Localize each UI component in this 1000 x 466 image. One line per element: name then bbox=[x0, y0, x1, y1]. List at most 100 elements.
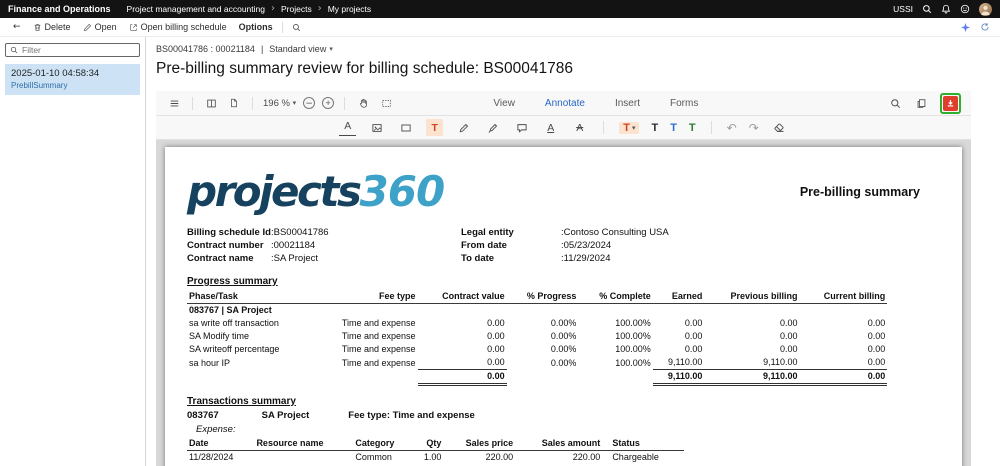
group-row: 083767 | SA Project bbox=[189, 305, 272, 316]
record-header-line: BS00041786 : 00021184 | Standard view ▾ bbox=[156, 44, 1000, 54]
zoom-out-button[interactable]: − bbox=[303, 97, 316, 109]
report-title: Pre-billing summary bbox=[799, 184, 920, 199]
group-name: SA Project bbox=[261, 409, 310, 421]
filter-input[interactable] bbox=[22, 45, 135, 55]
progress-summary-table: Phase/Task Fee type Contract value % Pro… bbox=[187, 289, 888, 386]
tab-view[interactable]: View bbox=[491, 96, 517, 111]
pan-hand-icon[interactable] bbox=[355, 94, 371, 112]
text-color-blue-swatch[interactable]: T bbox=[670, 122, 677, 134]
group-id: 083767 bbox=[187, 409, 219, 421]
chevron-down-icon: ▾ bbox=[631, 123, 636, 132]
open-billing-schedule-button[interactable]: Open billing schedule bbox=[123, 18, 233, 36]
transactions-table: Date Resource name Category Qty Sales pr… bbox=[187, 436, 684, 466]
page-layout-icon[interactable] bbox=[203, 94, 219, 112]
tab-forms[interactable]: Forms bbox=[668, 96, 700, 111]
back-button[interactable]: ← bbox=[7, 18, 27, 36]
list-item[interactable]: 2025-01-10 04:58:34 PrebillSummary bbox=[5, 64, 140, 95]
underline-text-tool-icon[interactable]: A bbox=[339, 119, 357, 136]
divider bbox=[710, 121, 712, 134]
strikeout-tool-icon[interactable]: A bbox=[571, 119, 588, 136]
divider bbox=[603, 121, 605, 134]
breadcrumb: Project management and accounting › Proj… bbox=[127, 3, 372, 15]
copilot-sparkle-icon[interactable] bbox=[960, 22, 971, 33]
tab-insert[interactable]: Insert bbox=[613, 96, 642, 111]
field-value: :00021184 bbox=[271, 239, 316, 251]
trash-icon bbox=[33, 23, 42, 32]
breadcrumb-chevron-icon: › bbox=[317, 3, 322, 14]
highlight-target-box bbox=[939, 92, 961, 114]
field-value: :BS00041786 bbox=[271, 226, 329, 238]
divider bbox=[344, 96, 346, 110]
report-info-fields: Billing schedule Id :BS00041786 Legal en… bbox=[187, 227, 940, 264]
filter-box[interactable] bbox=[5, 43, 140, 57]
menu-hamburger-icon[interactable] bbox=[166, 94, 182, 112]
rectangle-tool-icon[interactable] bbox=[397, 119, 414, 136]
page-thumbnail-icon[interactable] bbox=[226, 94, 242, 112]
table-row: 11/28/2024 Common 1.00 220.00 220.00 Cha… bbox=[189, 452, 659, 463]
viewer-toolbar-right bbox=[888, 92, 961, 114]
field-value: :Contoso Consulting USA bbox=[561, 226, 669, 238]
projects360-logo: projects360 bbox=[187, 167, 445, 216]
annotate-toolbar: A T A A T ▾ T T T ↶ ↷ bbox=[156, 116, 971, 140]
environment-label: USSI bbox=[893, 4, 913, 14]
eraser-tool-icon[interactable] bbox=[771, 119, 788, 136]
view-label: Standard view bbox=[269, 44, 327, 54]
page-compare-icon[interactable] bbox=[914, 94, 930, 112]
subgroup-label: Expense: bbox=[196, 423, 236, 435]
refresh-icon[interactable] bbox=[980, 22, 990, 32]
viewer-search-icon[interactable] bbox=[888, 94, 904, 112]
progress-summary-heading: Progress summary bbox=[187, 275, 278, 287]
breadcrumb-page[interactable]: My projects bbox=[328, 4, 371, 14]
breadcrumb-chevron-icon: › bbox=[270, 3, 275, 14]
save-download-button[interactable] bbox=[942, 95, 958, 111]
chevron-down-icon: ▾ bbox=[329, 45, 333, 53]
breadcrumb-module[interactable]: Project management and accounting bbox=[127, 4, 265, 14]
zoom-in-button[interactable]: + bbox=[322, 97, 335, 109]
field-label: From date bbox=[461, 239, 507, 251]
options-menu[interactable]: Options bbox=[233, 18, 279, 36]
open-billing-schedule-label: Open billing schedule bbox=[140, 22, 227, 32]
main-content: BS00041786 : 00021184 | Standard view ▾ … bbox=[146, 37, 1000, 466]
freetext-tool-icon[interactable]: T bbox=[426, 119, 444, 136]
redo-icon[interactable]: ↷ bbox=[749, 121, 759, 135]
marquee-zoom-icon[interactable] bbox=[378, 94, 394, 112]
filter-search-icon bbox=[10, 46, 18, 54]
squiggly-underline-tool-icon[interactable]: A bbox=[542, 119, 559, 136]
breadcrumb-area[interactable]: Projects bbox=[281, 4, 312, 14]
separator: | bbox=[260, 44, 264, 54]
action-bar: ← Delete Open Open billing schedule Opti… bbox=[0, 18, 1000, 37]
user-avatar[interactable] bbox=[979, 2, 992, 16]
view-selector[interactable]: Standard view ▾ bbox=[269, 44, 333, 54]
pen-tool-icon[interactable] bbox=[455, 119, 472, 136]
delete-button[interactable]: Delete bbox=[27, 18, 77, 36]
app-title[interactable]: Finance and Operations bbox=[8, 4, 111, 14]
text-color-black-swatch[interactable]: T bbox=[651, 122, 658, 134]
topbar-right-cluster: USSI bbox=[893, 2, 992, 16]
search-icon[interactable] bbox=[922, 4, 932, 14]
divider bbox=[192, 96, 193, 110]
open-label: Open bbox=[94, 22, 117, 32]
document-scroll-area[interactable]: projects360 Pre-billing summary Billing … bbox=[156, 140, 971, 466]
text-color-green-swatch[interactable]: T bbox=[689, 122, 696, 134]
comment-tool-icon[interactable] bbox=[513, 119, 530, 136]
top-navigation-bar: Finance and Operations Project managemen… bbox=[0, 0, 1000, 18]
tab-annotate[interactable]: Annotate bbox=[543, 96, 587, 111]
field-value: :SA Project bbox=[271, 252, 318, 264]
field-label: Legal entity bbox=[461, 226, 514, 238]
bell-icon[interactable] bbox=[941, 4, 951, 14]
zoom-level-dropdown[interactable]: 196 % ▾ bbox=[263, 94, 296, 112]
undo-icon[interactable]: ↶ bbox=[727, 121, 737, 135]
feedback-smiley-icon[interactable] bbox=[960, 4, 970, 14]
actionbar-right-cluster bbox=[960, 22, 993, 33]
image-stamp-tool-icon[interactable] bbox=[368, 119, 385, 136]
text-style-dropdown[interactable]: T ▾ bbox=[619, 121, 640, 134]
open-button[interactable]: Open bbox=[77, 18, 123, 36]
table-header-row: Phase/Task Fee type Contract value % Pro… bbox=[187, 289, 888, 304]
actionbar-search-icon[interactable] bbox=[286, 18, 307, 36]
open-link-icon bbox=[129, 23, 138, 32]
field-value: :11/29/2024 bbox=[561, 252, 611, 264]
table-row: sa write off transaction Time and expens… bbox=[189, 318, 886, 329]
highlighter-tool-icon[interactable] bbox=[484, 119, 501, 136]
transactions-summary-heading: Transactions summary bbox=[187, 395, 296, 407]
delete-label: Delete bbox=[44, 22, 71, 32]
